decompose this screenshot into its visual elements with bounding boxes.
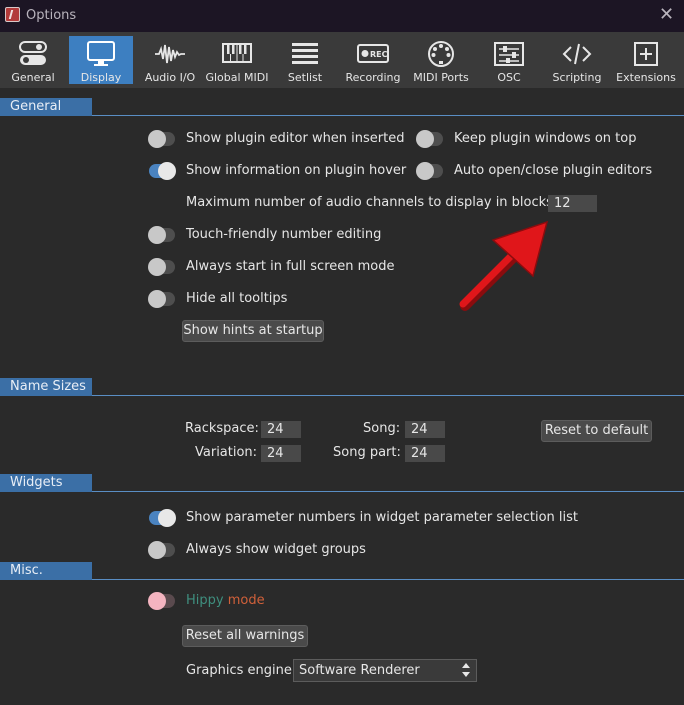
hide-tooltips-toggle[interactable] [148, 290, 175, 308]
section-divider [92, 395, 684, 396]
graphics-engine-value: Software Renderer [299, 663, 420, 678]
monitor-icon [69, 41, 133, 67]
tab-midi-ports[interactable]: MIDI Ports [408, 36, 474, 84]
section-header-misc: Misc. [0, 562, 684, 580]
midi-port-icon [408, 41, 474, 67]
tab-audio-io[interactable]: Audio I/O [138, 36, 202, 84]
section-divider [92, 579, 684, 580]
window-title: Options [26, 8, 77, 23]
full-screen-label: Always start in full screen mode [186, 259, 395, 274]
full-screen-toggle[interactable] [148, 258, 175, 276]
rec-icon: REC [342, 41, 404, 67]
tab-extensions[interactable]: Extensions [612, 36, 680, 84]
toggles-icon [0, 41, 66, 67]
tab-label: Audio I/O [144, 71, 196, 84]
tab-label: Scripting [552, 71, 602, 84]
select-arrows-icon [462, 663, 470, 677]
annotation-arrow-icon [459, 220, 549, 311]
hippy-mode-toggle[interactable] [148, 592, 175, 610]
waveform-icon [138, 41, 202, 67]
tab-display[interactable]: Display [69, 36, 133, 84]
tab-label: Extensions [616, 71, 676, 84]
plus-box-icon [612, 41, 680, 67]
list-icon [274, 41, 336, 67]
section-title: Widgets [10, 475, 63, 490]
song-label: Song: [363, 421, 401, 436]
code-icon [544, 41, 610, 67]
section-divider [92, 491, 684, 492]
graphics-engine-select[interactable]: Software Renderer [293, 659, 477, 682]
show-info-hover-label: Show information on plugin hover [186, 163, 407, 178]
show-hints-button[interactable]: Show hints at startup [182, 320, 324, 342]
keep-plugin-windows-label: Keep plugin windows on top [454, 131, 637, 146]
tab-setlist[interactable]: Setlist [274, 36, 336, 84]
variation-size-input[interactable]: 24 [261, 445, 301, 462]
tab-label: Recording [345, 71, 401, 84]
rackspace-label: Rackspace: [185, 421, 259, 436]
song-part-label: Song part: [333, 445, 401, 460]
tab-label: Global MIDI [205, 71, 269, 84]
section-divider [92, 115, 684, 116]
hippy-mode-label: Hippy mode [186, 593, 265, 608]
always-show-groups-label: Always show widget groups [186, 542, 366, 557]
tab-scripting[interactable]: Scripting [544, 36, 610, 84]
svg-text:REC: REC [370, 50, 388, 59]
tab-label: MIDI Ports [413, 71, 469, 84]
tab-recording[interactable]: REC Recording [342, 36, 404, 84]
hide-tooltips-label: Hide all tooltips [186, 291, 288, 306]
app-logo-icon [5, 7, 20, 22]
tab-label: OSC [497, 71, 521, 84]
sliders-icon [478, 41, 540, 67]
song-size-input[interactable]: 24 [405, 421, 445, 438]
always-show-groups-toggle[interactable] [148, 541, 175, 559]
section-header-name-sizes: Name Sizes [0, 378, 684, 396]
section-header-general: General [0, 98, 684, 116]
show-info-hover-toggle[interactable] [149, 162, 176, 180]
section-title: General [10, 99, 62, 114]
touch-friendly-toggle[interactable] [148, 226, 175, 244]
show-plugin-editor-label: Show plugin editor when inserted [186, 131, 405, 146]
show-param-numbers-label: Show parameter numbers in widget paramet… [186, 510, 578, 525]
tab-label: General [11, 71, 55, 84]
tab-label: Display [80, 71, 122, 84]
auto-open-close-toggle[interactable] [416, 162, 443, 180]
max-channels-label: Maximum number of audio channels to disp… [186, 195, 553, 210]
section-title: Name Sizes [10, 379, 86, 394]
tab-general[interactable]: General [0, 36, 66, 84]
tab-label: Setlist [287, 71, 323, 84]
max-channels-input[interactable]: 12 [548, 195, 597, 212]
close-icon[interactable]: ✕ [659, 4, 674, 25]
variation-label: Variation: [195, 445, 258, 460]
section-header-widgets: Widgets [0, 474, 684, 492]
options-toolbar: General Display Audio I/O Global MIDI Se… [0, 32, 684, 88]
tab-osc[interactable]: OSC [478, 36, 540, 84]
rackspace-size-input[interactable]: 24 [261, 421, 301, 438]
keep-plugin-windows-toggle[interactable] [416, 130, 443, 148]
keyboard-icon [204, 41, 270, 67]
graphics-engine-label: Graphics engine [186, 663, 292, 678]
auto-open-close-label: Auto open/close plugin editors [454, 163, 653, 178]
reset-to-default-button[interactable]: Reset to default [541, 420, 652, 442]
song-part-size-input[interactable]: 24 [405, 445, 445, 462]
tab-global-midi[interactable]: Global MIDI [204, 36, 270, 84]
reset-all-warnings-button[interactable]: Reset all warnings [182, 625, 308, 647]
touch-friendly-label: Touch-friendly number editing [186, 227, 382, 242]
section-title: Misc. [10, 563, 43, 578]
show-param-numbers-toggle[interactable] [149, 509, 176, 527]
show-plugin-editor-toggle[interactable] [148, 130, 175, 148]
title-bar: Options ✕ [0, 0, 684, 32]
